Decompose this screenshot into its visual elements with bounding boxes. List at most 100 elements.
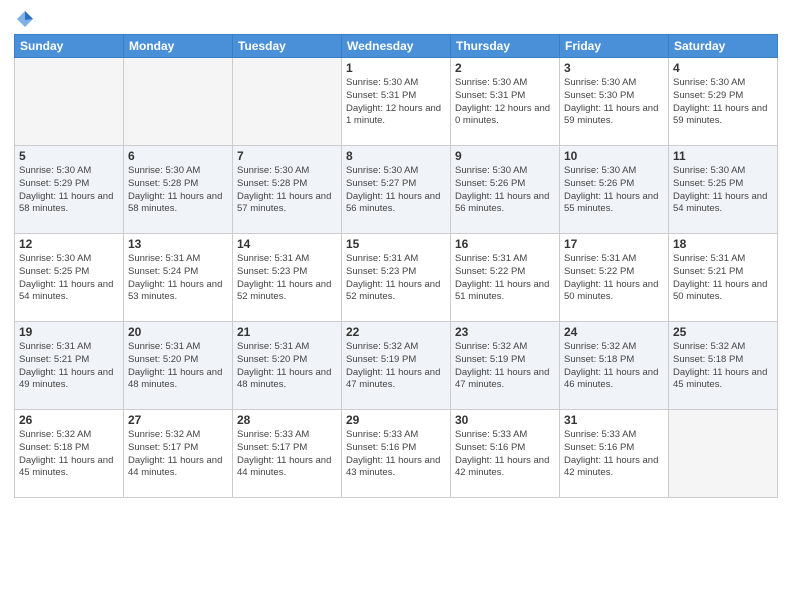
- calendar-cell: 23 Sunrise: 5:32 AM Sunset: 5:19 PM Dayli…: [451, 322, 560, 410]
- weekday-header-thursday: Thursday: [451, 35, 560, 58]
- day-info: Sunrise: 5:31 AM Sunset: 5:22 PM Dayligh…: [455, 253, 555, 304]
- day-info: Sunrise: 5:33 AM Sunset: 5:16 PM Dayligh…: [346, 429, 446, 480]
- calendar-cell: 5 Sunrise: 5:30 AM Sunset: 5:29 PM Daylig…: [15, 146, 124, 234]
- day-number: 13: [128, 237, 228, 251]
- day-number: 9: [455, 149, 555, 163]
- weekday-header-monday: Monday: [124, 35, 233, 58]
- day-number: 29: [346, 413, 446, 427]
- day-info: Sunrise: 5:30 AM Sunset: 5:30 PM Dayligh…: [564, 77, 664, 128]
- calendar-cell: 31 Sunrise: 5:33 AM Sunset: 5:16 PM Dayli…: [560, 410, 669, 498]
- day-number: 17: [564, 237, 664, 251]
- day-number: 25: [673, 325, 773, 339]
- calendar-week-row: 1Sunrise: 5:30 AM Sunset: 5:31 PM Daylig…: [15, 58, 778, 146]
- day-number: 2: [455, 61, 555, 75]
- day-info: Sunrise: 5:31 AM Sunset: 5:20 PM Dayligh…: [237, 341, 337, 392]
- calendar-cell: 16 Sunrise: 5:31 AM Sunset: 5:22 PM Dayli…: [451, 234, 560, 322]
- calendar-table: SundayMondayTuesdayWednesdayThursdayFrid…: [14, 34, 778, 498]
- day-number: 5: [19, 149, 119, 163]
- calendar-cell: 7 Sunrise: 5:30 AM Sunset: 5:28 PM Daylig…: [233, 146, 342, 234]
- day-number: 27: [128, 413, 228, 427]
- day-number: 11: [673, 149, 773, 163]
- weekday-header-wednesday: Wednesday: [342, 35, 451, 58]
- calendar-cell: 11 Sunrise: 5:30 AM Sunset: 5:25 PM Dayli…: [669, 146, 778, 234]
- day-number: 14: [237, 237, 337, 251]
- day-number: 26: [19, 413, 119, 427]
- day-number: 16: [455, 237, 555, 251]
- calendar-cell: 22Sunrise: 5:32 AM Sunset: 5:19 PM Dayli…: [342, 322, 451, 410]
- calendar-cell: 24Sunrise: 5:32 AM Sunset: 5:18 PM Dayli…: [560, 322, 669, 410]
- day-info: Sunrise: 5:30 AM Sunset: 5:28 PM Dayligh…: [128, 165, 228, 216]
- calendar-week-row: 26 Sunrise: 5:32 AM Sunset: 5:18 PM Dayli…: [15, 410, 778, 498]
- calendar-cell: [15, 58, 124, 146]
- calendar-cell: 15 Sunrise: 5:31 AM Sunset: 5:23 PM Dayli…: [342, 234, 451, 322]
- weekday-header-friday: Friday: [560, 35, 669, 58]
- day-number: 8: [346, 149, 446, 163]
- calendar-cell: 19 Sunrise: 5:31 AM Sunset: 5:21 PM Dayli…: [15, 322, 124, 410]
- calendar-cell: 17 Sunrise: 5:31 AM Sunset: 5:22 PM Dayli…: [560, 234, 669, 322]
- calendar-cell: 10Sunrise: 5:30 AM Sunset: 5:26 PM Dayli…: [560, 146, 669, 234]
- calendar-week-row: 19 Sunrise: 5:31 AM Sunset: 5:21 PM Dayli…: [15, 322, 778, 410]
- calendar-cell: 12 Sunrise: 5:30 AM Sunset: 5:25 PM Dayli…: [15, 234, 124, 322]
- calendar-cell: 18 Sunrise: 5:31 AM Sunset: 5:21 PM Dayli…: [669, 234, 778, 322]
- calendar-cell: 28 Sunrise: 5:33 AM Sunset: 5:17 PM Dayli…: [233, 410, 342, 498]
- day-info: Sunrise: 5:31 AM Sunset: 5:20 PM Dayligh…: [128, 341, 228, 392]
- day-info: Sunrise: 5:32 AM Sunset: 5:18 PM Dayligh…: [673, 341, 773, 392]
- calendar-cell: 29 Sunrise: 5:33 AM Sunset: 5:16 PM Dayli…: [342, 410, 451, 498]
- day-info: Sunrise: 5:33 AM Sunset: 5:17 PM Dayligh…: [237, 429, 337, 480]
- day-info: Sunrise: 5:30 AM Sunset: 5:29 PM Dayligh…: [19, 165, 119, 216]
- day-info: Sunrise: 5:30 AM Sunset: 5:27 PM Dayligh…: [346, 165, 446, 216]
- calendar-cell: 27 Sunrise: 5:32 AM Sunset: 5:17 PM Dayli…: [124, 410, 233, 498]
- day-number: 18: [673, 237, 773, 251]
- calendar-cell: 30 Sunrise: 5:33 AM Sunset: 5:16 PM Dayli…: [451, 410, 560, 498]
- day-number: 23: [455, 325, 555, 339]
- day-info: Sunrise: 5:32 AM Sunset: 5:17 PM Dayligh…: [128, 429, 228, 480]
- day-info: Sunrise: 5:30 AM Sunset: 5:25 PM Dayligh…: [673, 165, 773, 216]
- day-info: Sunrise: 5:32 AM Sunset: 5:19 PM Dayligh…: [455, 341, 555, 392]
- day-number: 3: [564, 61, 664, 75]
- calendar-cell: 2 Sunrise: 5:30 AM Sunset: 5:31 PM Daylig…: [451, 58, 560, 146]
- logo: [14, 10, 34, 28]
- day-info: Sunrise: 5:30 AM Sunset: 5:31 PM Dayligh…: [455, 77, 555, 128]
- day-info: Sunrise: 5:32 AM Sunset: 5:19 PM Dayligh…: [346, 341, 446, 392]
- calendar-week-row: 12 Sunrise: 5:30 AM Sunset: 5:25 PM Dayli…: [15, 234, 778, 322]
- day-number: 12: [19, 237, 119, 251]
- day-info: Sunrise: 5:30 AM Sunset: 5:28 PM Dayligh…: [237, 165, 337, 216]
- day-info: Sunrise: 5:31 AM Sunset: 5:21 PM Dayligh…: [19, 341, 119, 392]
- day-info: Sunrise: 5:31 AM Sunset: 5:21 PM Dayligh…: [673, 253, 773, 304]
- calendar-cell: 6 Sunrise: 5:30 AM Sunset: 5:28 PM Daylig…: [124, 146, 233, 234]
- day-info: Sunrise: 5:31 AM Sunset: 5:23 PM Dayligh…: [346, 253, 446, 304]
- calendar-week-row: 5 Sunrise: 5:30 AM Sunset: 5:29 PM Daylig…: [15, 146, 778, 234]
- day-number: 20: [128, 325, 228, 339]
- day-number: 6: [128, 149, 228, 163]
- calendar-cell: 8 Sunrise: 5:30 AM Sunset: 5:27 PM Daylig…: [342, 146, 451, 234]
- calendar-cell: 1Sunrise: 5:30 AM Sunset: 5:31 PM Daylig…: [342, 58, 451, 146]
- calendar-cell: 4Sunrise: 5:30 AM Sunset: 5:29 PM Daylig…: [669, 58, 778, 146]
- day-info: Sunrise: 5:30 AM Sunset: 5:25 PM Dayligh…: [19, 253, 119, 304]
- day-number: 19: [19, 325, 119, 339]
- calendar-cell: 14 Sunrise: 5:31 AM Sunset: 5:23 PM Dayli…: [233, 234, 342, 322]
- calendar-cell: [233, 58, 342, 146]
- page: SundayMondayTuesdayWednesdayThursdayFrid…: [0, 0, 792, 612]
- day-info: Sunrise: 5:31 AM Sunset: 5:22 PM Dayligh…: [564, 253, 664, 304]
- weekday-header-saturday: Saturday: [669, 35, 778, 58]
- day-info: Sunrise: 5:30 AM Sunset: 5:31 PM Dayligh…: [346, 77, 446, 128]
- day-number: 28: [237, 413, 337, 427]
- calendar-cell: [669, 410, 778, 498]
- header: [14, 10, 778, 28]
- day-info: Sunrise: 5:30 AM Sunset: 5:29 PM Dayligh…: [673, 77, 773, 128]
- weekday-header-row: SundayMondayTuesdayWednesdayThursdayFrid…: [15, 35, 778, 58]
- calendar-cell: 21Sunrise: 5:31 AM Sunset: 5:20 PM Dayli…: [233, 322, 342, 410]
- day-number: 24: [564, 325, 664, 339]
- day-info: Sunrise: 5:33 AM Sunset: 5:16 PM Dayligh…: [455, 429, 555, 480]
- day-number: 15: [346, 237, 446, 251]
- calendar-cell: 9Sunrise: 5:30 AM Sunset: 5:26 PM Daylig…: [451, 146, 560, 234]
- day-info: Sunrise: 5:33 AM Sunset: 5:16 PM Dayligh…: [564, 429, 664, 480]
- day-info: Sunrise: 5:31 AM Sunset: 5:23 PM Dayligh…: [237, 253, 337, 304]
- calendar-cell: 20 Sunrise: 5:31 AM Sunset: 5:20 PM Dayli…: [124, 322, 233, 410]
- calendar-cell: 3 Sunrise: 5:30 AM Sunset: 5:30 PM Daylig…: [560, 58, 669, 146]
- day-info: Sunrise: 5:32 AM Sunset: 5:18 PM Dayligh…: [19, 429, 119, 480]
- day-number: 31: [564, 413, 664, 427]
- day-number: 7: [237, 149, 337, 163]
- day-number: 30: [455, 413, 555, 427]
- logo-flag-icon: [16, 10, 34, 28]
